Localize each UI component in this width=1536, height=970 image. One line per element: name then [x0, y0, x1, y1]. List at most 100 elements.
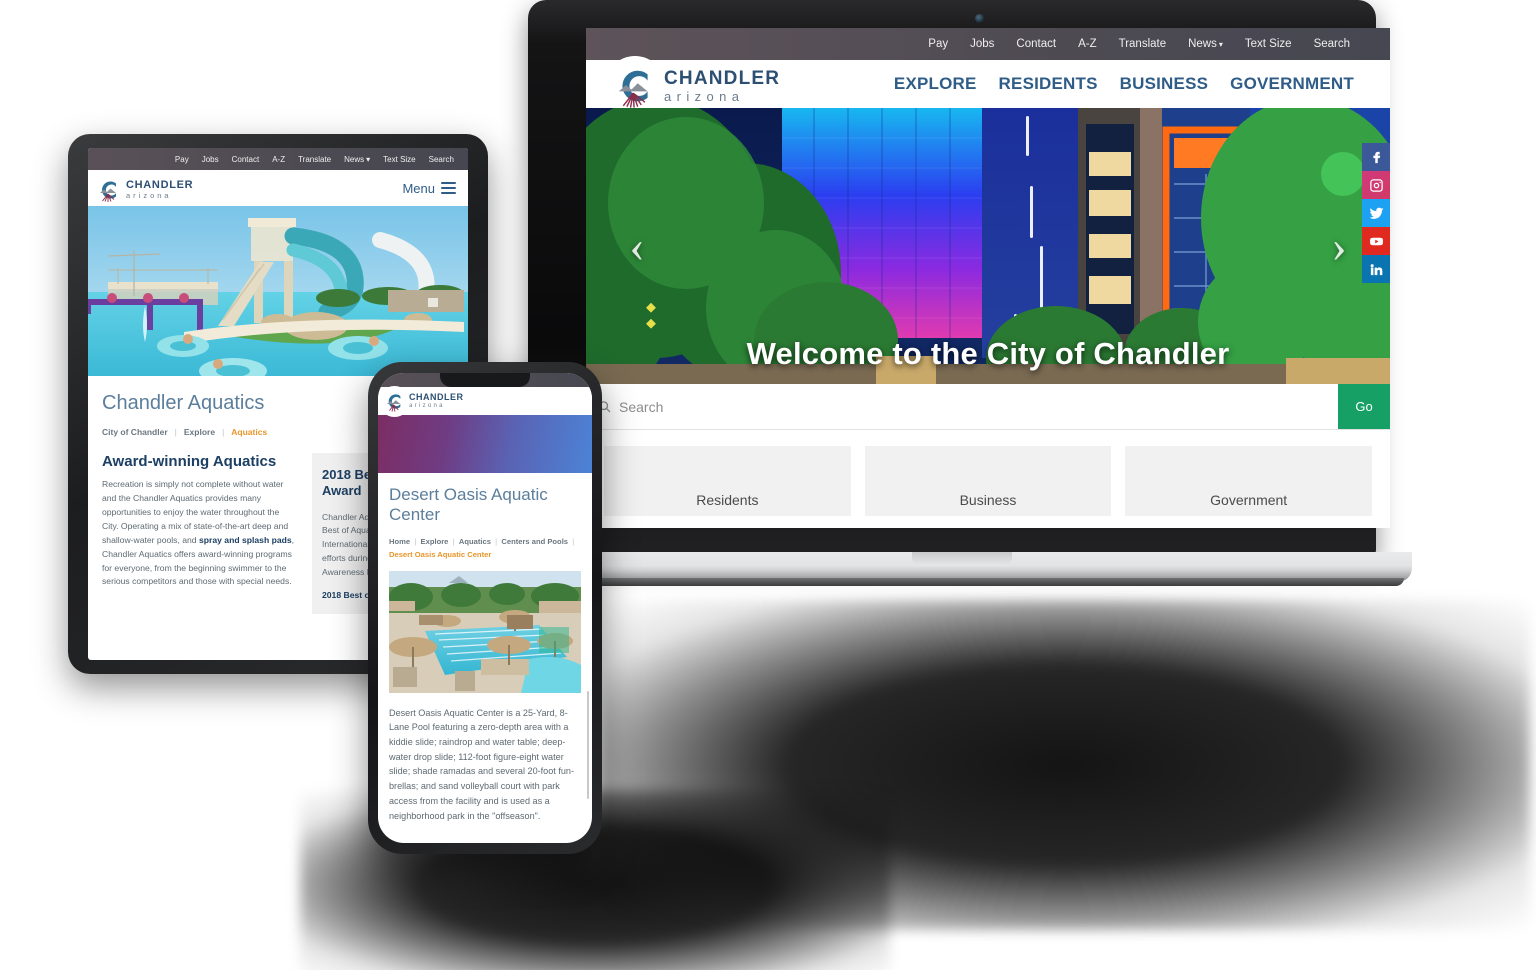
breadcrumb-item-aquatics[interactable]: Aquatics — [459, 537, 491, 546]
tablet-article-body: Recreation is simply not complete withou… — [102, 478, 298, 589]
utility-link-text-size[interactable]: Text Size — [1245, 38, 1292, 50]
search-input[interactable]: Search — [586, 384, 1338, 429]
search-go-button[interactable]: Go — [1338, 384, 1390, 429]
brand-name: CHANDLER — [664, 68, 781, 89]
phone-body-text: Desert Oasis Aquatic Center is a 25-Yard… — [389, 707, 575, 821]
utility-link-translate[interactable]: Translate — [1119, 38, 1167, 50]
card-government[interactable]: Government — [1125, 446, 1373, 516]
utility-link-news[interactable]: News ▾ — [1188, 38, 1223, 50]
search-placeholder: Search — [619, 398, 664, 415]
twitter-icon[interactable] — [1362, 199, 1390, 227]
tablet-header: CHANDLER arizona Menu — [88, 170, 468, 206]
laptop-base-notch — [912, 552, 1012, 566]
breadcrumb-item-aquatics: Aquatics — [231, 427, 268, 437]
phone-scrollbar[interactable] — [587, 691, 589, 799]
tablet-logo-text: CHANDLER arizona — [126, 179, 193, 200]
breadcrumb-separator: | — [450, 536, 459, 546]
tablet-utility-nav: Pay Jobs Contact A-Z Translate News ▾ Tex… — [88, 148, 468, 170]
brand-name: CHANDLER — [409, 392, 464, 402]
laptop-device: Pay Jobs Contact A-Z Translate News ▾ Tex… — [492, 0, 1412, 600]
phone-screen: CHANDLER arizona Desert Oasis Aquatic Ce… — [378, 373, 592, 843]
instagram-icon[interactable] — [1362, 171, 1390, 199]
tablet-utility-news[interactable]: News ▾ — [344, 155, 370, 164]
tablet-chandler-logo[interactable]: CHANDLER arizona — [94, 174, 193, 205]
tablet-utility-contact[interactable]: Contact — [232, 155, 260, 164]
laptop-screen: Pay Jobs Contact A-Z Translate News ▾ Tex… — [586, 28, 1390, 528]
utility-link-a-z[interactable]: A-Z — [1078, 38, 1097, 50]
facebook-icon[interactable] — [1362, 143, 1390, 171]
laptop-utility-nav: Pay Jobs Contact A-Z Translate News ▾ Tex… — [586, 28, 1390, 60]
breadcrumb-separator: | — [412, 536, 421, 546]
utility-link-pay[interactable]: Pay — [928, 38, 948, 50]
chevron-down-icon: ▾ — [1218, 40, 1223, 49]
quick-link-cards: Residents Business Government — [586, 430, 1390, 516]
hero-next-arrow-icon[interactable]: › — [1324, 220, 1354, 272]
brand-tagline: arizona — [126, 190, 172, 200]
phone-chandler-logo[interactable]: CHANDLER arizona — [382, 388, 464, 414]
tablet-utility-text-size[interactable]: Text Size — [383, 155, 415, 164]
breadcrumb-item-home[interactable]: Home — [389, 537, 410, 546]
utility-link-contact[interactable]: Contact — [1016, 38, 1056, 50]
site-search-row: Search Go — [586, 384, 1390, 430]
tablet-article-body-link[interactable]: spray and splash pads — [199, 535, 292, 545]
phone-photo-desert-oasis-pool — [389, 570, 581, 693]
phone-page-content: Desert Oasis Aquatic Center Home | Explo… — [378, 473, 592, 823]
social-rail — [1362, 143, 1390, 283]
nav-residents[interactable]: RESIDENTS — [999, 74, 1098, 94]
tablet-article: Award-winning Aquatics Recreation is sim… — [102, 453, 298, 614]
phone-logo-text: CHANDLER arizona — [409, 392, 464, 410]
phone-notch — [440, 373, 530, 387]
breadcrumb-item-desert-oasis-aquatic-center: Desert Oasis Aquatic Center — [389, 549, 492, 559]
tablet-utility-jobs[interactable]: Jobs — [202, 155, 219, 164]
chandler-logo-mark-icon — [382, 388, 407, 414]
tablet-utility-news-label: News — [344, 154, 365, 164]
hamburger-icon — [441, 179, 456, 197]
phone-breadcrumb: Home | Explore | Aquatics | Centers and … — [389, 536, 581, 562]
breadcrumb-item-explore[interactable]: Explore — [421, 537, 449, 546]
breadcrumb-item-centers-and-pools[interactable]: Centers and Pools — [501, 537, 568, 546]
chevron-down-icon: ▾ — [366, 154, 371, 164]
phone-hero-banner — [378, 415, 592, 473]
tablet-menu-button[interactable]: Menu — [402, 179, 456, 197]
brand-tagline: arizona — [409, 403, 445, 409]
chandler-logo-mark-icon — [94, 174, 124, 205]
tablet-utility-translate[interactable]: Translate — [298, 155, 331, 164]
tablet-menu-label: Menu — [402, 180, 435, 196]
breadcrumb-item-city-of-chandler[interactable]: City of Chandler — [102, 427, 168, 437]
youtube-icon[interactable] — [1362, 227, 1390, 255]
phone-header: CHANDLER arizona — [378, 387, 592, 415]
chandler-logo-text: CHANDLER arizona — [664, 69, 780, 103]
laptop-primary-nav: EXPLORE RESIDENTS BUSINESS GOVERNMENT — [894, 74, 1354, 94]
device-mockup-scene: Pay Jobs Contact A-Z Translate News ▾ Tex… — [0, 0, 1536, 970]
nav-government[interactable]: GOVERNMENT — [1230, 74, 1354, 94]
laptop-camera-icon — [975, 14, 984, 23]
chandler-logo[interactable]: CHANDLER arizona — [608, 59, 780, 113]
breadcrumb-item-explore[interactable]: Explore — [184, 427, 215, 437]
utility-link-search[interactable]: Search — [1314, 38, 1350, 50]
utility-link-news-label: News — [1188, 38, 1217, 50]
tablet-utility-a-z[interactable]: A-Z — [272, 155, 285, 164]
hero-banner: ‹ › Welcome to the City of Chandler — [586, 108, 1390, 384]
tablet-article-heading: Award-winning Aquatics — [102, 453, 277, 470]
tablet-utility-search[interactable]: Search — [429, 155, 454, 164]
nav-explore[interactable]: EXPLORE — [894, 74, 977, 94]
laptop-foot — [500, 578, 1404, 586]
laptop-main-header: CHANDLER arizona EXPLORE RESIDENTS BUSIN… — [586, 59, 1390, 113]
nav-business[interactable]: BUSINESS — [1120, 74, 1209, 94]
chandler-logo-mark-icon — [608, 59, 662, 113]
tablet-utility-pay[interactable]: Pay — [175, 155, 189, 164]
tablet-hero-photo-waterpark — [88, 206, 468, 376]
hero-title: Welcome to the City of Chandler — [746, 336, 1230, 371]
breadcrumb-separator: | — [570, 536, 577, 546]
laptop-lid: Pay Jobs Contact A-Z Translate News ▾ Tex… — [528, 0, 1390, 556]
utility-link-jobs[interactable]: Jobs — [970, 38, 994, 50]
phone-device: CHANDLER arizona Desert Oasis Aquatic Ce… — [368, 362, 602, 854]
card-residents[interactable]: Residents — [604, 446, 851, 516]
brand-tagline: arizona — [664, 89, 745, 104]
linkedin-icon[interactable] — [1362, 255, 1390, 283]
hero-prev-arrow-icon[interactable]: ‹ — [622, 220, 652, 272]
phone-page-title: Desert Oasis Aquatic Center — [389, 485, 548, 525]
breadcrumb-separator: | — [222, 427, 225, 437]
card-business[interactable]: Business — [864, 446, 1112, 516]
breadcrumb-separator: | — [174, 427, 177, 437]
